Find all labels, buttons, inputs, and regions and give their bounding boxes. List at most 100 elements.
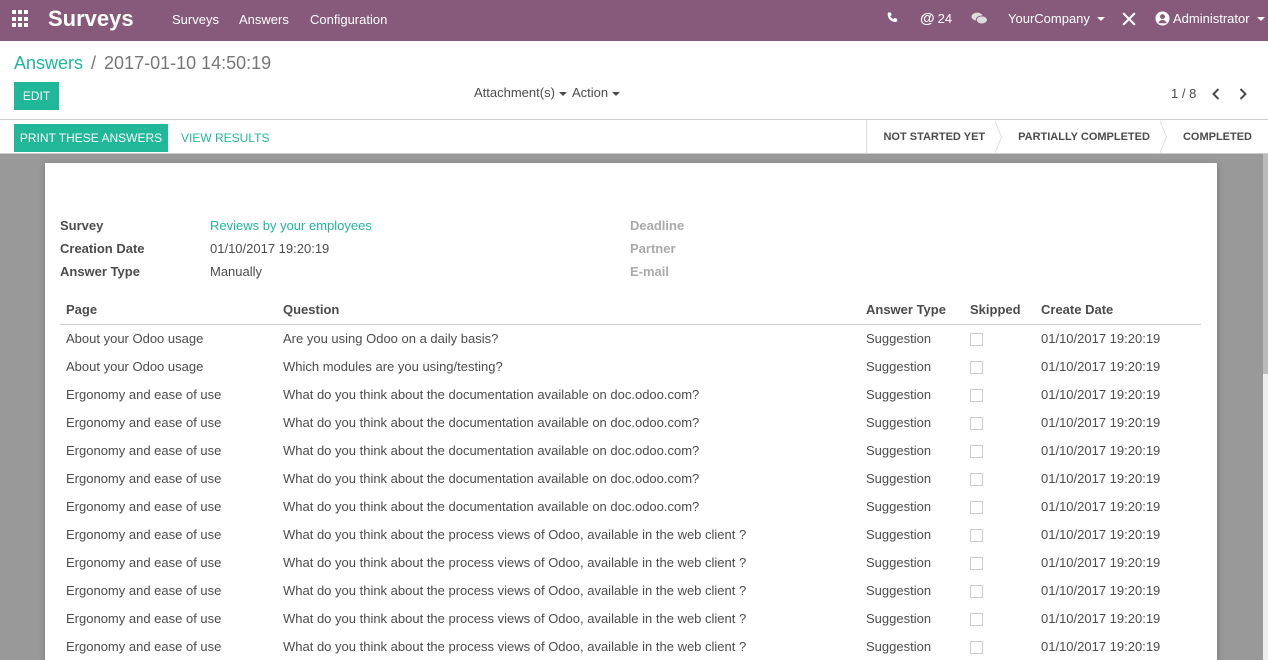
table-row[interactable]: Ergonomy and ease of use What do you thin… (60, 632, 1201, 660)
cell-create-date: 01/10/2017 19:20:19 (1041, 330, 1161, 346)
answer-type-value: Manually (210, 264, 263, 279)
cell-question: Which modules are you using/testing? (283, 358, 503, 374)
skipped-checkbox[interactable] (970, 612, 983, 626)
cell-question: What do you think about the documentatio… (283, 386, 700, 402)
attachments-label: Attachment(s) (474, 85, 555, 100)
cell-page: Ergonomy and ease of use (66, 526, 222, 542)
stage-pipeline: NOT STARTED YET PARTIALLY COMPLETED COMP… (866, 120, 1268, 154)
cell-skipped (964, 548, 1035, 576)
skipped-checkbox[interactable] (970, 472, 983, 486)
stage-not-started[interactable]: NOT STARTED YET (867, 120, 1001, 154)
chevron-right-icon[interactable] (1235, 86, 1251, 102)
cell-skipped (964, 352, 1035, 380)
cell-skipped (964, 324, 1035, 352)
cell-page: Ergonomy and ease of use (66, 442, 222, 458)
cell-skipped (964, 408, 1035, 436)
table-row[interactable]: Ergonomy and ease of use What do you thin… (60, 548, 1201, 576)
cell-question: What do you think about the process view… (283, 582, 747, 598)
skipped-checkbox[interactable] (970, 332, 983, 346)
table-row[interactable]: Ergonomy and ease of use What do you thin… (60, 408, 1201, 436)
action-dropdown[interactable]: Action (572, 85, 621, 100)
user-menu[interactable]: Administrator (1155, 11, 1265, 26)
cell-page: Ergonomy and ease of use (66, 554, 222, 570)
content-area: Survey Reviews by your employees Creatio… (0, 154, 1268, 660)
table-row[interactable]: Ergonomy and ease of use What do you thin… (60, 464, 1201, 492)
phone-icon (887, 12, 898, 22)
cell-question: What do you think about the documentatio… (283, 414, 700, 430)
chevron-left-icon[interactable] (1208, 86, 1224, 102)
attachments-dropdown[interactable]: Attachment(s) (474, 85, 567, 100)
creation-date-label: Creation Date (60, 241, 145, 256)
skipped-checkbox[interactable] (970, 556, 983, 570)
menu-answers[interactable]: Answers (239, 12, 289, 27)
email-label: E-mail (630, 264, 670, 279)
table-row[interactable]: About your Odoo usage Which modules are y… (60, 352, 1201, 380)
scrollbar[interactable] (1263, 154, 1268, 660)
apps-grid-icon[interactable] (12, 10, 30, 28)
table-row[interactable]: About your Odoo usage Are you using Odoo … (60, 324, 1201, 352)
chevron-down-icon (612, 91, 621, 96)
skipped-checkbox[interactable] (970, 388, 983, 402)
survey-label: Survey (60, 218, 104, 233)
cell-answer-type: Suggestion (866, 386, 932, 402)
company-switcher[interactable]: YourCompany (1008, 11, 1105, 26)
table-row[interactable]: Ergonomy and ease of use What do you thin… (60, 492, 1201, 520)
pager-value: 1 / 8 (1171, 86, 1197, 101)
skipped-checkbox[interactable] (970, 444, 983, 458)
cell-page: About your Odoo usage (66, 330, 204, 346)
stage-completed[interactable]: COMPLETED (1167, 120, 1268, 154)
skipped-checkbox[interactable] (970, 640, 983, 654)
skipped-checkbox[interactable] (970, 416, 983, 430)
cell-create-date: 01/10/2017 19:20:19 (1041, 554, 1161, 570)
column-header-answer-type[interactable]: Answer Type (860, 296, 964, 325)
cell-answer-type: Suggestion (866, 498, 932, 514)
chat-icon (971, 12, 988, 25)
cell-page: Ergonomy and ease of use (66, 470, 222, 486)
cell-page: Ergonomy and ease of use (66, 582, 222, 598)
user-avatar-icon (1155, 11, 1170, 26)
action-label: Action (572, 85, 609, 100)
column-header-question[interactable]: Question (277, 296, 860, 325)
column-header-create-date[interactable]: Create Date (1035, 296, 1201, 325)
chat-button[interactable] (971, 12, 988, 26)
partner-label: Partner (630, 241, 676, 256)
cell-answer-type: Suggestion (866, 442, 932, 458)
column-header-page[interactable]: Page (60, 296, 277, 325)
phone-button[interactable] (886, 11, 899, 24)
table-row[interactable]: Ergonomy and ease of use What do you thin… (60, 436, 1201, 464)
breadcrumb-answers[interactable]: Answers (14, 53, 83, 73)
skipped-checkbox[interactable] (970, 528, 983, 542)
status-bar: PRINT THESE ANSWERS VIEW RESULTS NOT STA… (0, 120, 1268, 154)
print-answers-button[interactable]: PRINT THESE ANSWERS (14, 124, 168, 152)
table-row[interactable]: Ergonomy and ease of use What do you thin… (60, 380, 1201, 408)
cell-answer-type: Suggestion (866, 610, 932, 626)
view-results-button[interactable]: VIEW RESULTS (181, 124, 269, 152)
cell-create-date: 01/10/2017 19:20:19 (1041, 526, 1161, 542)
menu-surveys[interactable]: Surveys (172, 12, 219, 27)
cell-page: About your Odoo usage (66, 358, 204, 374)
mention-count: 24 (937, 11, 953, 26)
table-row[interactable]: Ergonomy and ease of use What do you thin… (60, 520, 1201, 548)
menu-configuration[interactable]: Configuration (310, 12, 387, 27)
skipped-checkbox[interactable] (970, 500, 983, 514)
cell-page: Ergonomy and ease of use (66, 498, 222, 514)
mentions-button[interactable]: @ 24 (920, 10, 952, 27)
scrollbar-thumb[interactable] (1263, 154, 1268, 374)
stage-partially-completed[interactable]: PARTIALLY COMPLETED (1002, 120, 1166, 154)
top-navbar: Surveys Surveys Answers Configuration @ … (0, 0, 1268, 41)
cell-skipped (964, 520, 1035, 548)
debug-button[interactable] (1122, 12, 1136, 26)
chevron-down-icon (1256, 16, 1265, 21)
cell-answer-type: Suggestion (866, 470, 932, 486)
breadcrumb-separator: / (91, 53, 97, 73)
skipped-checkbox[interactable] (970, 360, 983, 374)
survey-link[interactable]: Reviews by your employees (210, 218, 372, 233)
cell-skipped (964, 380, 1035, 408)
cell-question: What do you think about the process view… (283, 638, 747, 654)
table-row[interactable]: Ergonomy and ease of use What do you thin… (60, 576, 1201, 604)
column-header-skipped[interactable]: Skipped (964, 296, 1035, 325)
table-row[interactable]: Ergonomy and ease of use What do you thin… (60, 604, 1201, 632)
cell-question: What do you think about the documentatio… (283, 442, 700, 458)
edit-button[interactable]: EDIT (14, 82, 59, 110)
skipped-checkbox[interactable] (970, 584, 983, 598)
